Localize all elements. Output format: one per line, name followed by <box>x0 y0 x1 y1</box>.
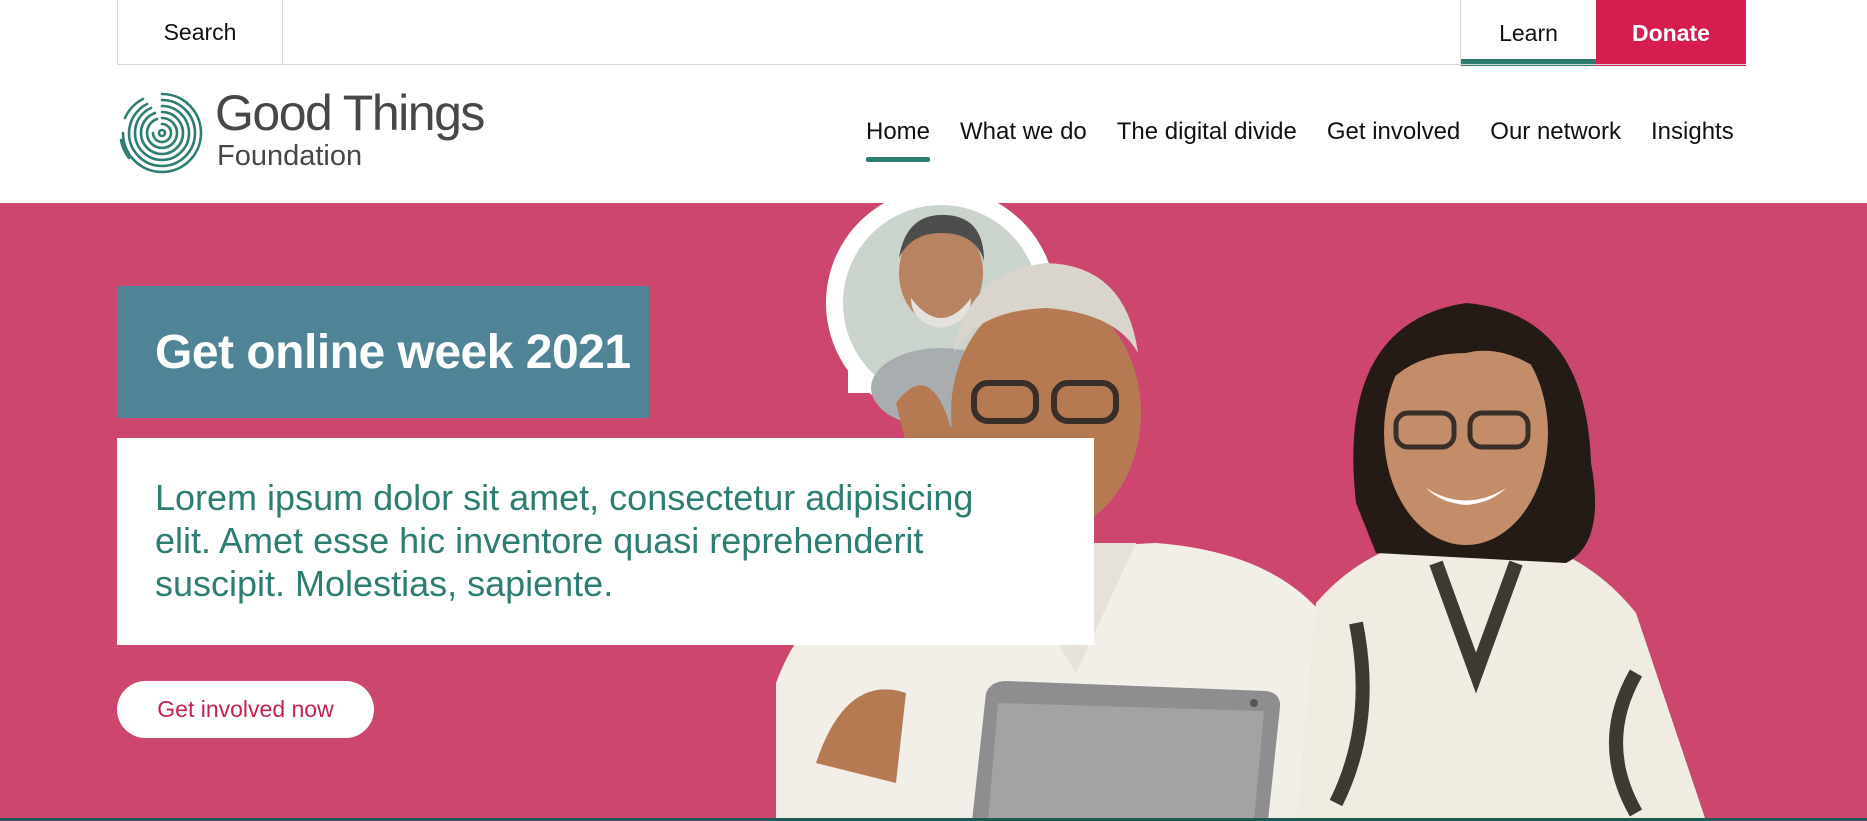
learn-button-label: Learn <box>1499 19 1558 46</box>
search-button[interactable]: Search <box>118 0 283 64</box>
search-button-label: Search <box>163 18 237 45</box>
hero-banner: Get online week 2021 Lorem ipsum dolor s… <box>0 203 1867 821</box>
get-involved-button-label: Get involved now <box>157 696 334 722</box>
woman-figure <box>1296 303 1706 821</box>
nav-item-what-we-do[interactable]: What we do <box>960 118 1087 166</box>
logo-title: Good Things <box>215 85 485 141</box>
learn-button[interactable]: Learn <box>1460 0 1596 66</box>
logo-subtitle: Foundation <box>217 140 363 172</box>
nav-item-our-network[interactable]: Our network <box>1490 118 1621 166</box>
utility-bar: Search Learn Donate <box>0 0 1867 66</box>
site-logo[interactable]: Good Things Foundation <box>117 86 517 178</box>
hero-body-panel: Lorem ipsum dolor sit amet, consectetur … <box>117 438 1094 645</box>
nav-item-home[interactable]: Home <box>866 118 931 166</box>
donate-button[interactable]: Donate <box>1596 0 1746 66</box>
main-nav: Home What we do The digital divide Get i… <box>866 118 1734 166</box>
donate-button-label: Donate <box>1632 19 1710 46</box>
hero-headline: Get online week 2021 <box>155 325 631 379</box>
hero-body-text: Lorem ipsum dolor sit amet, consectetur … <box>155 477 974 604</box>
nav-item-digital-divide[interactable]: The digital divide <box>1117 118 1297 166</box>
nav-item-insights[interactable]: Insights <box>1651 118 1734 166</box>
utility-bar-divider <box>117 64 1746 65</box>
headline-panel: Get online week 2021 <box>117 286 649 418</box>
get-involved-button[interactable]: Get involved now <box>117 681 374 738</box>
tablet-device <box>972 681 1281 821</box>
fingerprint-logo-icon <box>119 92 203 174</box>
nav-item-get-involved[interactable]: Get involved <box>1327 118 1460 166</box>
